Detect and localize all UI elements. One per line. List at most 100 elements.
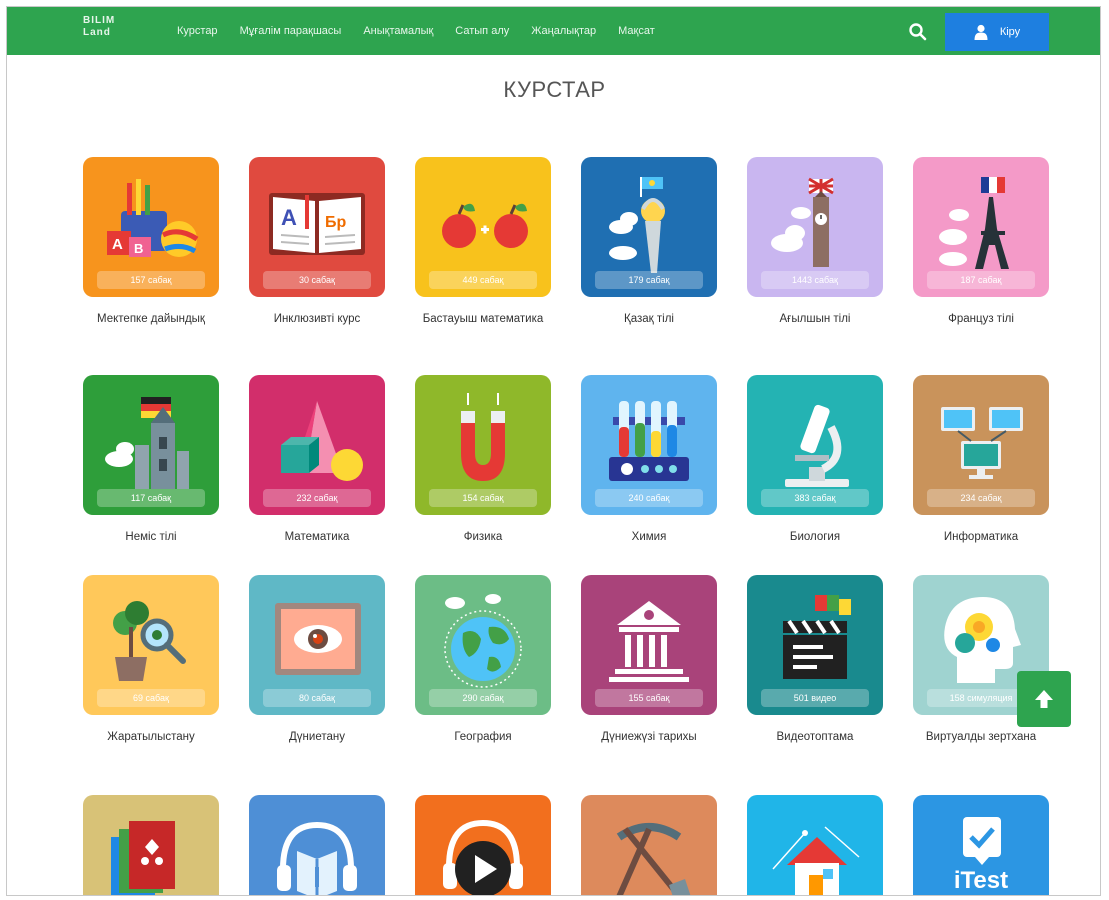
pickaxe-shovel-icon (616, 823, 691, 895)
course-card[interactable]: 80 сабақ Дүниетану (249, 575, 385, 746)
course-name[interactable]: Ағылшын тілі (747, 311, 883, 328)
course-name[interactable]: Химия (581, 529, 717, 546)
course-card[interactable]: 1443 сабақ Ағылшын тілі (747, 157, 883, 328)
page-frame: BILIM Land Курстар Мұғалім парақшасы Аны… (6, 6, 1101, 896)
lesson-count-badge: 232 сабақ (263, 489, 371, 507)
computers-icon (941, 407, 1023, 479)
course-name[interactable]: Математика (249, 529, 385, 546)
course-name[interactable]: Видеотоптама (747, 729, 883, 746)
svg-text:A: A (281, 205, 297, 230)
course-tile[interactable]: 80 сабақ (249, 575, 385, 715)
course-card[interactable]: A Бр 30 сабақ Инклюзивті курс (249, 157, 385, 328)
course-tile[interactable]: 1443 сабақ (747, 157, 883, 297)
course-tile[interactable] (249, 795, 385, 895)
course-name[interactable]: Неміс тілі (83, 529, 219, 546)
course-card[interactable]: 179 сабақ Қазақ тілі (581, 157, 717, 328)
course-tile[interactable]: 501 видео (747, 575, 883, 715)
lesson-count-badge: 449 сабақ (429, 271, 537, 289)
course-card[interactable]: A B 157 сабақ Мектепке дайындық (83, 157, 219, 328)
audio-play-icon (443, 819, 523, 895)
lesson-count-badge: 234 сабақ (927, 489, 1035, 507)
course-tile[interactable]: A Бр 30 сабақ (249, 157, 385, 297)
audio-book-icon (277, 821, 357, 895)
itest-label: iTest (953, 867, 1009, 894)
course-tile[interactable] (581, 795, 717, 895)
lesson-count-badge: 117 сабақ (97, 489, 205, 507)
course-name[interactable]: Бастауыш математика (415, 311, 551, 328)
course-tile[interactable]: 154 сабақ (415, 375, 551, 515)
course-tile[interactable]: A B 157 сабақ (83, 157, 219, 297)
german-castle-icon (105, 397, 189, 489)
magnet-icon (461, 393, 505, 481)
lesson-count-badge: 69 сабақ (97, 689, 205, 707)
course-tile[interactable]: 155 сабақ (581, 575, 717, 715)
geometric-shapes-icon (281, 401, 363, 481)
lesson-count-badge: 240 сабақ (595, 489, 703, 507)
course-card[interactable]: 501 видео Видеотоптама (747, 575, 883, 746)
course-card[interactable]: 117 сабақ Неміс тілі (83, 375, 219, 546)
course-card[interactable] (83, 795, 219, 895)
course-tile[interactable]: 240 сабақ (581, 375, 717, 515)
course-name[interactable]: Инклюзивті курс (249, 311, 385, 328)
course-card[interactable]: 232 сабақ Математика (249, 375, 385, 546)
course-tile[interactable]: 69 сабақ (83, 575, 219, 715)
eye-book-icon (275, 603, 361, 675)
course-name[interactable]: Информатика (913, 529, 1049, 546)
course-name[interactable]: География (415, 729, 551, 746)
course-name[interactable]: Виртуалды зертхана (913, 729, 1049, 746)
house-icon (772, 826, 860, 895)
scroll-to-top-button[interactable] (1017, 671, 1071, 727)
course-card[interactable]: 187 сабақ Француз тілі (913, 157, 1049, 328)
course-card[interactable]: 155 сабақ Дүниежүзі тарихы (581, 575, 717, 746)
apples-addition-icon (442, 203, 528, 248)
open-book-icon: A Бр (269, 193, 365, 255)
lesson-count-badge: 1443 сабақ (761, 271, 869, 289)
course-tile[interactable]: 187 сабақ (913, 157, 1049, 297)
course-card[interactable] (415, 795, 551, 895)
course-name[interactable]: Физика (415, 529, 551, 546)
course-name[interactable]: Жаратылыстану (83, 729, 219, 746)
course-tile[interactable]: 234 сабақ (913, 375, 1049, 515)
course-card[interactable]: 290 сабақ География (415, 575, 551, 746)
course-tile[interactable]: 449 сабақ (415, 157, 551, 297)
lesson-count-badge: 154 сабақ (429, 489, 537, 507)
course-card[interactable]: 383 сабақ Биология (747, 375, 883, 546)
course-grid: A B 157 сабақ Мектепке дайындық A Бр 30 сабақ И… (7, 7, 1100, 895)
course-name[interactable]: Дүниежүзі тарихы (581, 729, 717, 746)
course-card[interactable]: 154 сабақ Физика (415, 375, 551, 546)
course-tile[interactable]: 232 сабақ (249, 375, 385, 515)
eiffel-tower-icon (939, 177, 1009, 269)
plant-magnifier-icon (113, 601, 186, 681)
course-name[interactable]: Қазақ тілі (581, 311, 717, 328)
course-tile[interactable] (415, 795, 551, 895)
course-name[interactable]: Дүниетану (249, 729, 385, 746)
lesson-count-badge: 501 видео (761, 689, 869, 707)
clapperboard-icon (783, 595, 851, 679)
lesson-count-badge: 157 сабақ (97, 271, 205, 289)
course-card[interactable]: 234 сабақ Информатика (913, 375, 1049, 546)
lesson-count-badge: 30 сабақ (263, 271, 371, 289)
course-name[interactable]: Биология (747, 529, 883, 546)
course-tile[interactable] (747, 795, 883, 895)
course-card[interactable]: iTest (913, 795, 1049, 895)
lesson-count-badge: 179 сабақ (595, 271, 703, 289)
course-tile[interactable]: 290 сабақ (415, 575, 551, 715)
globe-icon (444, 594, 522, 688)
course-card[interactable] (249, 795, 385, 895)
course-tile[interactable]: 383 сабақ (747, 375, 883, 515)
course-name[interactable]: Француз тілі (913, 311, 1049, 328)
course-card[interactable]: 69 сабақ Жаратылыстану (83, 575, 219, 746)
big-ben-icon (771, 177, 834, 267)
course-card[interactable]: 449 сабақ Бастауыш математика (415, 157, 551, 328)
course-tile[interactable]: 179 сабақ (581, 157, 717, 297)
svg-text:A: A (112, 236, 123, 253)
course-name[interactable]: Мектепке дайындық (83, 311, 219, 328)
course-card[interactable] (747, 795, 883, 895)
course-tile[interactable]: 117 сабақ (83, 375, 219, 515)
course-card[interactable]: 240 сабақ Химия (581, 375, 717, 546)
course-tile[interactable]: iTest (913, 795, 1049, 895)
course-tile[interactable] (83, 795, 219, 895)
lesson-count-badge: 290 сабақ (429, 689, 537, 707)
course-card[interactable] (581, 795, 717, 895)
lesson-count-badge: 383 сабақ (761, 489, 869, 507)
